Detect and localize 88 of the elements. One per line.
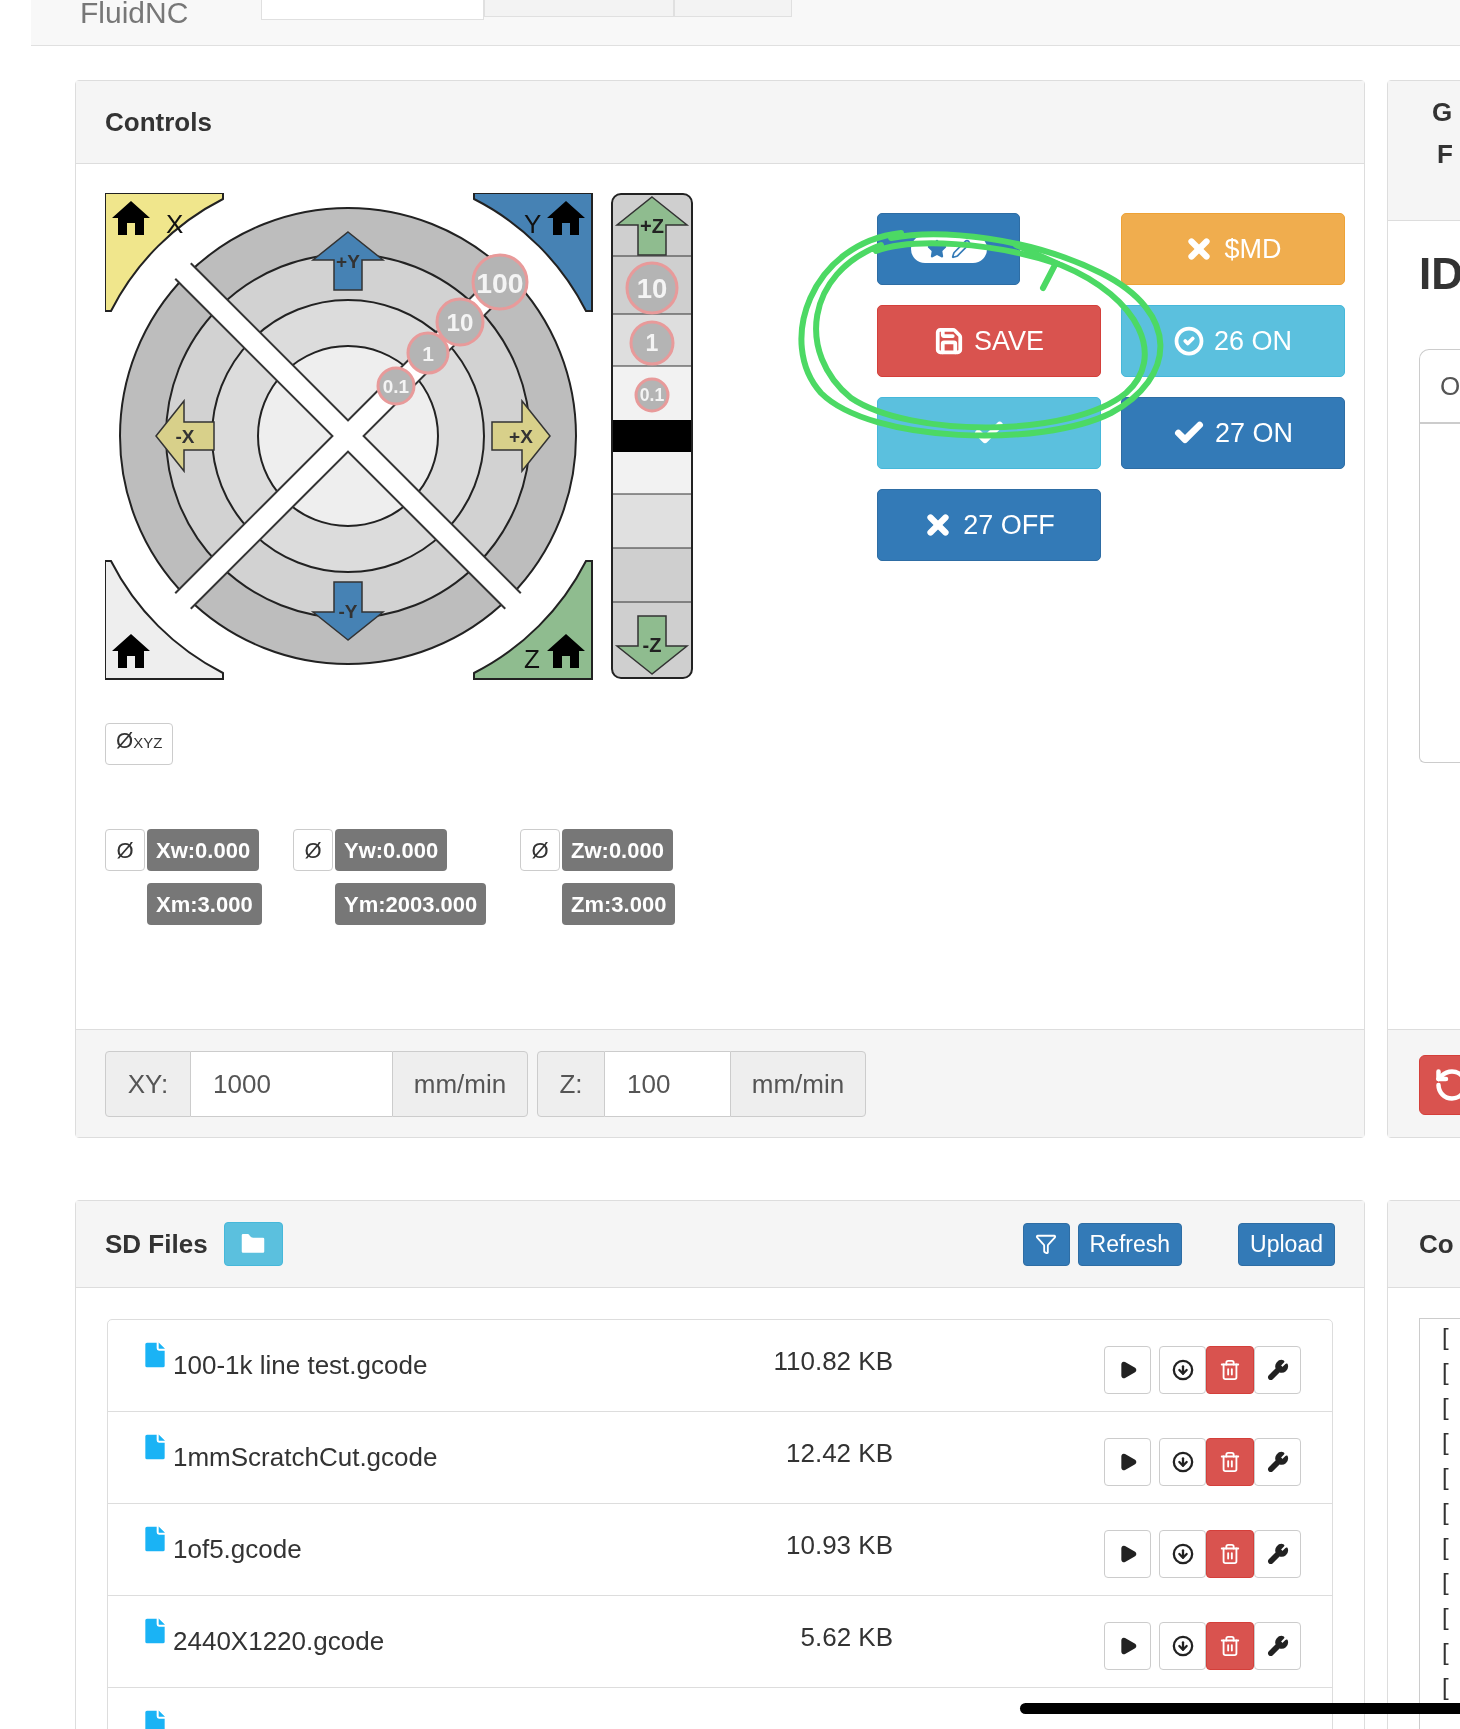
home-button[interactable]: Z xyxy=(473,560,593,680)
header-text: F xyxy=(1437,138,1454,171)
z-arrow-button[interactable]: +Z xyxy=(614,196,690,256)
feedrate-label: Z: xyxy=(537,1051,605,1117)
console-line: [ xyxy=(1442,1497,1449,1526)
machine-position-badge: Zm:3.000 xyxy=(562,883,676,925)
file-name[interactable]: 1mmScratchCut.gcode xyxy=(173,1438,593,1477)
home-button[interactable] xyxy=(105,560,224,680)
wrench-icon xyxy=(1266,1450,1289,1473)
zero-axis-button[interactable]: Ø xyxy=(293,829,333,871)
macro-button[interactable]: 27 OFF xyxy=(877,489,1101,561)
delete-button[interactable] xyxy=(1206,1437,1254,1486)
console-line: [ xyxy=(1442,1567,1449,1596)
check-circle-icon xyxy=(1173,326,1204,356)
console-line: [ xyxy=(1442,1672,1449,1701)
console-line: [ xyxy=(1442,1602,1449,1631)
upload-button[interactable]: Upload xyxy=(1238,1222,1335,1266)
unit-label: mm/min xyxy=(730,1051,866,1117)
work-position-badge: Xw:0.000 xyxy=(147,829,260,871)
unit-label: mm/min xyxy=(392,1051,528,1117)
file-size: 12.42 KB xyxy=(785,1437,893,1470)
trash-icon xyxy=(1219,1542,1241,1565)
play-button[interactable] xyxy=(1104,1621,1151,1670)
file-name[interactable]: 100-1k line test.gcode xyxy=(173,1346,593,1385)
console-line: [ xyxy=(1442,1322,1449,1351)
delete-button[interactable] xyxy=(1206,1529,1254,1578)
save-icon xyxy=(934,326,964,356)
reset-icon xyxy=(1434,1067,1460,1103)
wrench-icon xyxy=(1266,1542,1289,1565)
download-icon xyxy=(1171,1450,1194,1473)
delete-button[interactable] xyxy=(1206,1345,1254,1394)
trash-icon xyxy=(1219,1358,1241,1381)
jog-arrow-button[interactable]: +Y xyxy=(310,231,386,291)
tab-field[interactable]: O xyxy=(1419,349,1460,423)
work-position-badge: Yw:0.000 xyxy=(335,829,448,871)
play-button[interactable] xyxy=(1104,1345,1151,1394)
filter-button[interactable] xyxy=(1022,1222,1070,1266)
brand-title[interactable]: FluidNC xyxy=(80,0,261,30)
filter-icon xyxy=(1035,1233,1058,1255)
settings-button[interactable] xyxy=(1254,1345,1301,1394)
file-size: 5.62 KB xyxy=(799,1621,893,1654)
wrench-icon xyxy=(1266,1358,1289,1381)
macro-button[interactable]: SAVE xyxy=(877,305,1101,377)
zero-axis-button[interactable]: Ø xyxy=(520,829,560,871)
feedrate-input[interactable]: 100 xyxy=(605,1051,730,1117)
zero-axis-button[interactable]: Ø xyxy=(105,829,145,871)
macro-button[interactable]: 27 ON xyxy=(1121,397,1345,469)
machine-position-badge: Ym:2003.000 xyxy=(335,883,487,925)
feedrate-label: XY: xyxy=(105,1051,191,1117)
z-arrow-button[interactable]: -Z xyxy=(614,615,690,675)
feedrate-input[interactable]: 1000 xyxy=(191,1051,392,1117)
file-name[interactable]: 2440X1220.gcode xyxy=(173,1622,593,1661)
work-position-badge: Zw:0.000 xyxy=(562,829,673,871)
play-button[interactable] xyxy=(1104,1529,1151,1578)
settings-button[interactable] xyxy=(1254,1621,1301,1670)
panel-title: SD Files xyxy=(105,1227,208,1261)
wrench-icon xyxy=(1266,1634,1289,1657)
header-text: G xyxy=(1432,96,1454,129)
download-button[interactable] xyxy=(1159,1345,1206,1394)
trash-icon xyxy=(1219,1450,1241,1473)
panel-title: Controls xyxy=(105,105,212,139)
machine-position-badge: Xm:3.000 xyxy=(147,883,262,925)
file-name[interactable]: 1of5.gcode xyxy=(173,1530,593,1569)
jog-arrow-button[interactable]: +X xyxy=(491,398,551,474)
trash-icon xyxy=(1219,1634,1241,1657)
file-size: 110.82 KB xyxy=(772,1345,893,1378)
console-line: [ xyxy=(1442,1357,1449,1386)
download-button[interactable] xyxy=(1159,1437,1206,1486)
download-button[interactable] xyxy=(1159,1529,1206,1578)
console-line: [ xyxy=(1442,1427,1449,1456)
console-line: [ xyxy=(1442,1637,1449,1666)
download-icon xyxy=(1171,1542,1194,1565)
settings-button[interactable] xyxy=(1254,1437,1301,1486)
zero-all-button[interactable]: ØXYZ xyxy=(105,723,174,765)
settings-button[interactable] xyxy=(1254,1529,1301,1578)
console-line: [ xyxy=(1442,1532,1449,1561)
download-icon xyxy=(1171,1634,1194,1657)
download-button[interactable] xyxy=(1159,1621,1206,1670)
play-button[interactable] xyxy=(1104,1437,1151,1486)
console-line: [ xyxy=(1442,1462,1449,1491)
jog-arrow-button[interactable]: -X xyxy=(155,398,215,474)
download-icon xyxy=(1171,1358,1194,1381)
refresh-button[interactable]: Refresh xyxy=(1077,1222,1183,1266)
jog-arrow-button[interactable]: -Y xyxy=(310,581,386,641)
file-size: 10.93 KB xyxy=(785,1529,893,1562)
console-line: [ xyxy=(1442,1392,1449,1421)
delete-button[interactable] xyxy=(1206,1621,1254,1670)
panel-title: Co xyxy=(1419,1227,1454,1261)
